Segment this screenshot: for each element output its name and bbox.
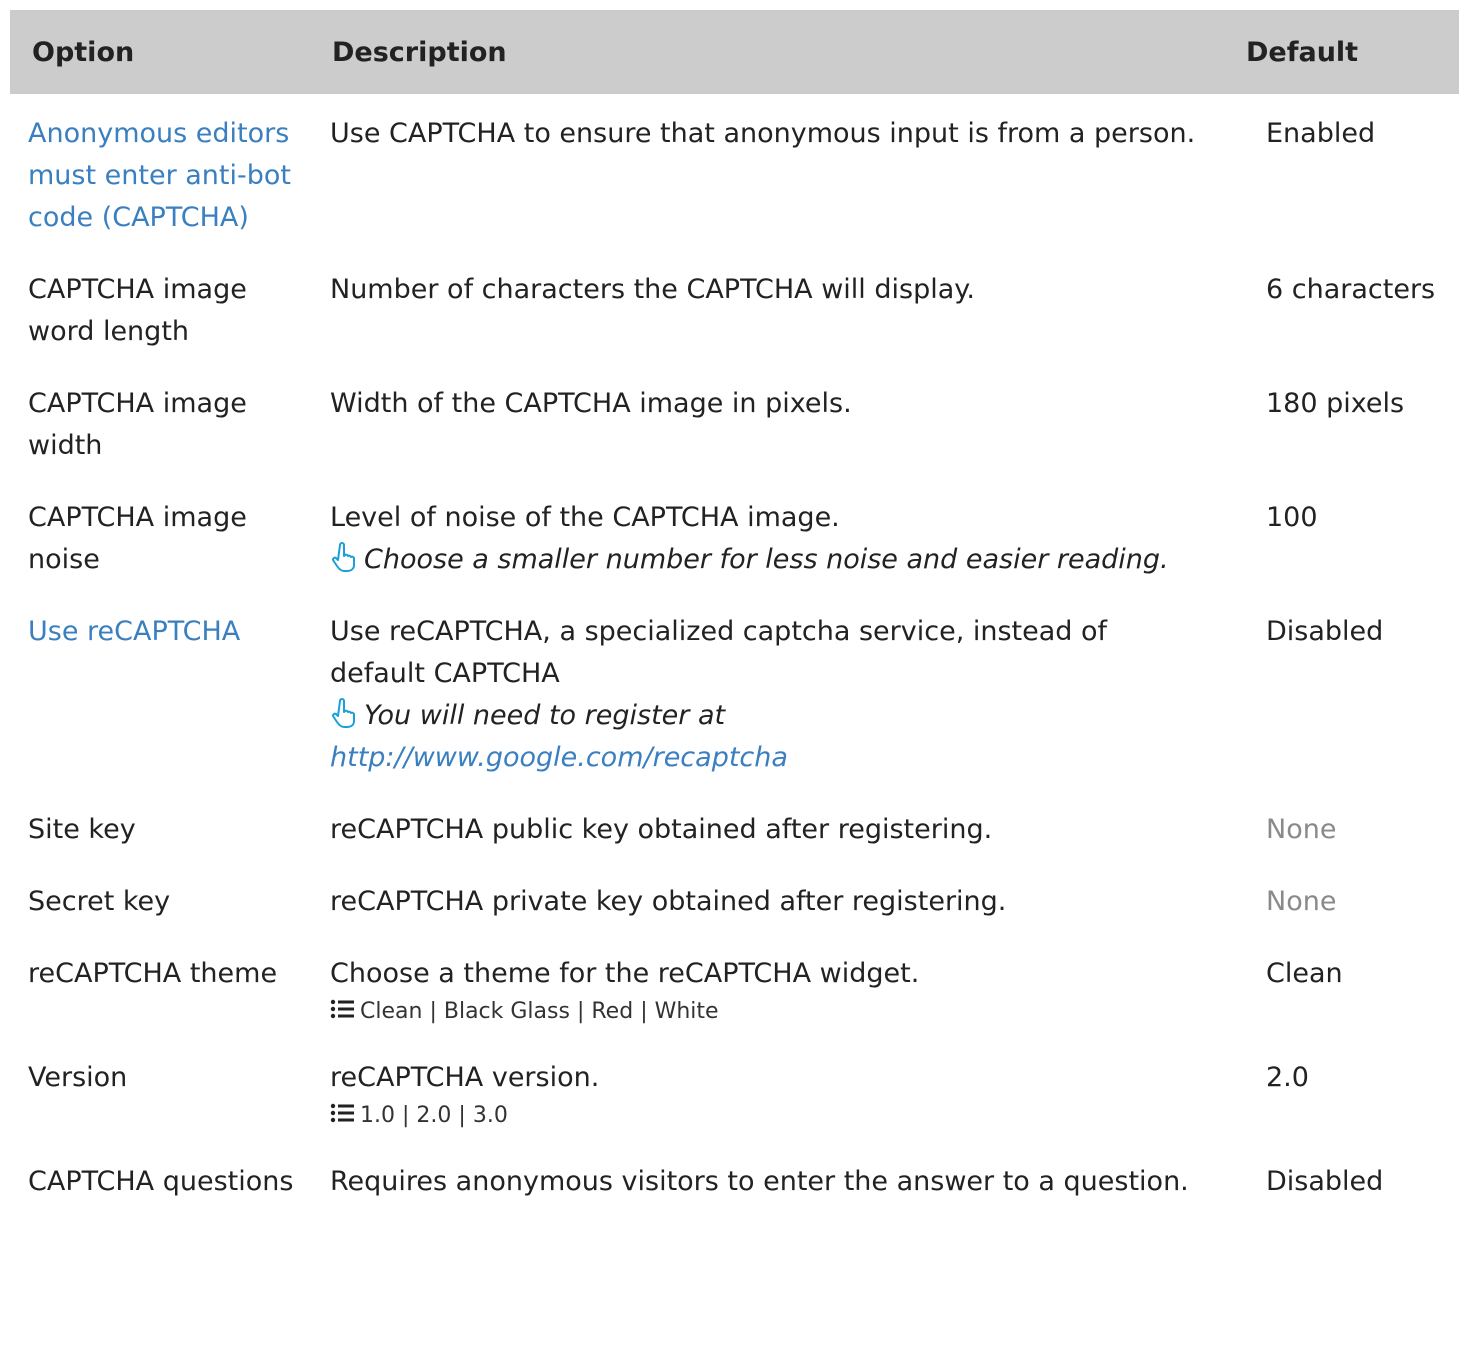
option-cell: Site key (28, 814, 136, 845)
table-row: CAPTCHA image noise Level of noise of th… (10, 478, 1459, 592)
choice: White (654, 999, 719, 1024)
list-icon (330, 999, 354, 1019)
description-cell: reCAPTCHA private key obtained after reg… (330, 886, 1007, 917)
description-text: reCAPTCHA version. (330, 1062, 600, 1093)
pointing-hand-icon (332, 542, 355, 572)
option-cell: CAPTCHA image word length (28, 274, 247, 347)
description-cell: reCAPTCHA public key obtained after regi… (330, 814, 993, 845)
description-text: Choose a theme for the reCAPTCHA widget. (330, 958, 920, 989)
choice: Black Glass (443, 999, 570, 1024)
option-cell: Version (28, 1062, 128, 1093)
default-cell: 2.0 (1266, 1062, 1309, 1093)
choices-list: Clean | Black Glass | Red | White (330, 997, 1206, 1027)
table-header-row: Option Description Default (10, 10, 1459, 94)
default-cell: Disabled (1266, 616, 1384, 647)
list-icon (330, 1103, 354, 1123)
tip: Choose a smaller number for less noise a… (330, 542, 1169, 575)
choice: Clean (360, 999, 423, 1024)
options-table: Option Description Default Anonymous edi… (10, 10, 1459, 1214)
table-row: CAPTCHA image width Width of the CAPTCHA… (10, 364, 1459, 478)
header-description: Description (310, 10, 1246, 94)
default-cell: 180 pixels (1266, 388, 1405, 419)
options-table-container: Option Description Default Anonymous edi… (10, 10, 1459, 1214)
description-cell: Requires anonymous visitors to enter the… (330, 1166, 1189, 1197)
separator: | (402, 1103, 410, 1128)
description-cell: Use reCAPTCHA, a specialized captcha ser… (310, 592, 1246, 790)
table-row: Version reCAPTCHA version. 1.0 | 2.0 | 3… (10, 1038, 1459, 1142)
tip: You will need to register at http://www.… (330, 698, 788, 773)
choice: 3.0 (472, 1103, 508, 1128)
default-cell: 6 characters (1266, 274, 1436, 305)
table-row: CAPTCHA questions Requires anonymous vis… (10, 1142, 1459, 1214)
option-cell: CAPTCHA image noise (28, 502, 247, 575)
separator: | (640, 999, 648, 1024)
tip-text: You will need to register at (364, 700, 726, 731)
header-default: Default (1246, 10, 1459, 94)
option-cell: CAPTCHA questions (28, 1166, 294, 1197)
option-cell: Anonymous editors must enter anti-bot co… (10, 94, 310, 250)
tip-text: Choose a smaller number for less noise a… (364, 544, 1169, 575)
table-row: Anonymous editors must enter anti-bot co… (10, 94, 1459, 250)
default-cell: Disabled (1266, 1166, 1384, 1197)
choice: Red (591, 999, 634, 1024)
table-row: Secret key reCAPTCHA private key obtaine… (10, 862, 1459, 934)
separator: | (429, 999, 437, 1024)
description-text: Level of noise of the CAPTCHA image. (330, 502, 840, 533)
table-row: reCAPTCHA theme Choose a theme for the r… (10, 934, 1459, 1038)
description-cell: reCAPTCHA version. 1.0 | 2.0 | 3.0 (310, 1038, 1246, 1142)
choices-list: 1.0 | 2.0 | 3.0 (330, 1101, 1206, 1131)
header-option: Option (10, 10, 310, 94)
choice: 2.0 (416, 1103, 452, 1128)
default-cell: None (1266, 886, 1337, 917)
choice: 1.0 (360, 1103, 395, 1128)
option-link-recaptcha[interactable]: Use reCAPTCHA (28, 616, 240, 647)
description-cell: Choose a theme for the reCAPTCHA widget.… (310, 934, 1246, 1038)
description-cell: Number of characters the CAPTCHA will di… (330, 274, 975, 305)
default-cell: Enabled (1266, 118, 1376, 149)
default-cell: 100 (1266, 502, 1318, 533)
separator: | (458, 1103, 466, 1128)
table-row: Site key reCAPTCHA public key obtained a… (10, 790, 1459, 862)
description-cell: Width of the CAPTCHA image in pixels. (330, 388, 852, 419)
option-cell: Secret key (28, 886, 171, 917)
recaptcha-register-link[interactable]: http://www.google.com/recaptcha (330, 742, 788, 773)
description-text: Use reCAPTCHA, a specialized captcha ser… (330, 616, 1108, 689)
option-link-captcha[interactable]: Anonymous editors must enter anti-bot co… (28, 118, 291, 233)
pointing-hand-icon (332, 698, 355, 728)
option-cell: Use reCAPTCHA (10, 592, 310, 790)
default-cell: None (1266, 814, 1337, 845)
separator: | (576, 999, 585, 1024)
description-cell: Use CAPTCHA to ensure that anonymous inp… (330, 118, 1196, 149)
option-cell: reCAPTCHA theme (28, 958, 278, 989)
default-cell: Clean (1266, 958, 1343, 989)
table-row: CAPTCHA image word length Number of char… (10, 250, 1459, 364)
table-row: Use reCAPTCHA Use reCAPTCHA, a specializ… (10, 592, 1459, 790)
description-cell: Level of noise of the CAPTCHA image. Cho… (310, 478, 1246, 592)
option-cell: CAPTCHA image width (28, 388, 247, 461)
